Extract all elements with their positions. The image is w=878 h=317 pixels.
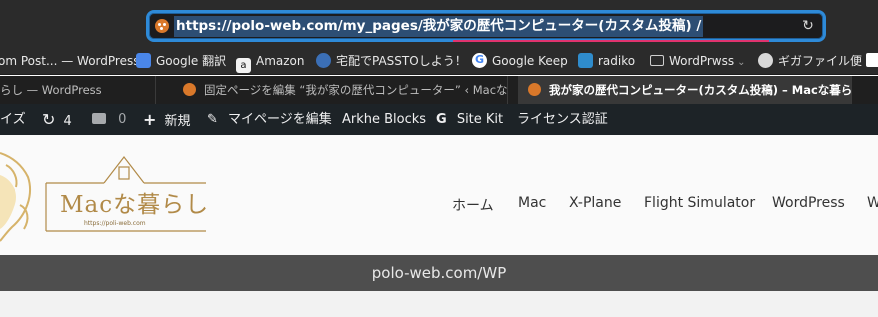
bookmark-label: WordPrwss (669, 54, 735, 68)
pencil-icon: ✎ (207, 112, 218, 127)
logo-title: Macな暮らし (60, 192, 210, 218)
comments-count: 0 (118, 112, 127, 127)
plus-icon: + (143, 110, 157, 129)
google-translate-icon (136, 53, 151, 68)
nav-x-plane[interactable]: X-Plane (569, 195, 621, 211)
passto-icon (316, 53, 331, 68)
bookmark-overflow-icon[interactable] (866, 53, 878, 67)
admin-updates[interactable]: ↻ 4 (42, 104, 72, 135)
admin-arkhe-label: Arkhe Blocks (342, 112, 427, 127)
bookmarks-bar: om Post... — WordPress Google 翻訳 a Amazon… (0, 47, 878, 75)
admin-site-kit[interactable]: G Site Kit (436, 104, 503, 135)
bookmark-wordpress-post[interactable]: om Post... — WordPress (0, 51, 139, 71)
content-area (0, 291, 878, 317)
admin-edit-page-label: マイページを編集 (228, 112, 332, 127)
chevron-down-icon: ⌄ (737, 57, 746, 68)
radiko-icon (578, 53, 593, 68)
admin-new[interactable]: + 新規 (143, 104, 191, 135)
site-favicon-icon (155, 19, 169, 33)
bookmark-amazon[interactable]: a Amazon (236, 51, 305, 73)
admin-new-label: 新規 (164, 114, 191, 129)
tab-edit-page[interactable]: 固定ページを編集 “我が家の歴代コンピューター” ‹ Macな暮ら... (173, 76, 508, 104)
bookmark-label: 宅配でPASSTOしよう！ (336, 54, 467, 68)
nav-flight-simulator[interactable]: Flight Simulator (644, 195, 755, 211)
tab-label: らし — WordPress (0, 83, 102, 97)
bookmark-gigafile[interactable]: ギガファイル便 (758, 51, 862, 71)
updates-count: 4 (63, 114, 72, 129)
spellcheck-underline (453, 40, 769, 42)
gigafile-icon (758, 53, 773, 68)
comment-icon (92, 113, 106, 124)
bookmark-folder-wordprwss[interactable]: WordPrwss ⌄ (650, 51, 746, 71)
bookmark-google-translate[interactable]: Google 翻訳 (136, 51, 226, 71)
admin-comments[interactable]: 0 (92, 104, 126, 135)
bookmark-passto[interactable]: 宅配でPASSTOしよう！ (316, 51, 467, 71)
bookmark-radiko[interactable]: radiko (578, 51, 635, 71)
bookmark-label: Amazon (256, 54, 305, 68)
google-g-icon: G (436, 112, 447, 127)
admin-license-label: ライセンス認証 (517, 112, 608, 127)
site-subheader-band: polo-web.com/WP (0, 255, 878, 291)
amazon-icon: a (236, 58, 251, 73)
tab-label: 我が家の歴代コンピューター(カスタム投稿) – Macな暮らし (549, 83, 852, 97)
browser-toolbar: https://polo-web.com/my_pages/我が家の歴代コンピュ… (0, 0, 878, 47)
bookmark-label: Google Keep (492, 54, 568, 68)
admin-license[interactable]: ライセンス認証 (517, 104, 608, 135)
nav-home[interactable]: ホーム (452, 195, 494, 215)
admin-sitekit-label: Site Kit (456, 112, 504, 127)
site-favicon-icon (183, 83, 196, 96)
mascot-fill (0, 175, 17, 229)
reload-icon[interactable]: ↻ (799, 17, 817, 35)
tab-strip: らし — WordPress 固定ページを編集 “我が家の歴代コンピューター” … (0, 76, 878, 104)
site-favicon-icon (528, 83, 541, 96)
bookmark-label: radiko (598, 54, 636, 68)
bookmark-label: Google 翻訳 (156, 54, 227, 68)
tab-label: 固定ページを編集 “我が家の歴代コンピューター” ‹ Macな暮ら... (204, 83, 508, 97)
nav-mac[interactable]: Mac (518, 195, 546, 211)
bookmark-label: om Post... — WordPress (0, 54, 140, 68)
bookmark-label: ギガファイル便 (778, 54, 863, 68)
admin-customize-label: イズ (0, 112, 26, 127)
tab-wordpress[interactable]: らし — WordPress (0, 76, 156, 104)
admin-edit-page[interactable]: ✎ マイページを編集 (207, 104, 332, 135)
wp-admin-bar: イズ ↻ 4 0 + 新規 ✎ マイページを編集 Arkhe Blocks G … (0, 104, 878, 135)
google-icon (472, 50, 487, 70)
admin-arkhe-blocks[interactable]: Arkhe Blocks (342, 104, 426, 135)
band-text: polo-web.com/WP (371, 264, 507, 282)
tab-active-page[interactable]: 我が家の歴代コンピューター(カスタム投稿) – Macな暮らし (518, 76, 852, 104)
updates-icon: ↻ (42, 110, 56, 129)
url-text[interactable]: https://polo-web.com/my_pages/我が家の歴代コンピュ… (174, 16, 704, 37)
nav-wordpress[interactable]: WordPress (772, 195, 845, 211)
logo-tagline: https://poli-web.com (84, 220, 146, 227)
bookmark-google-keep[interactable]: Google Keep (472, 50, 568, 71)
admin-customize[interactable]: イズ (0, 104, 26, 135)
nav-overflow-item[interactable]: W (867, 195, 878, 211)
folder-icon (650, 55, 664, 66)
site-header: Macな暮らし https://poli-web.com ホーム Mac X-P… (0, 135, 878, 255)
address-bar[interactable]: https://polo-web.com/my_pages/我が家の歴代コンピュ… (146, 10, 826, 42)
